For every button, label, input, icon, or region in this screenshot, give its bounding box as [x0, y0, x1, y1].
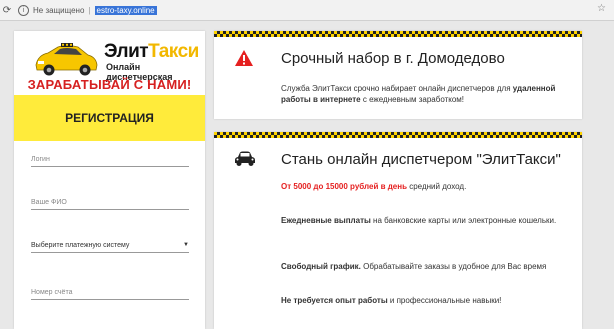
payment-system-select[interactable]: Выберите платежную систему ▼ — [31, 236, 189, 253]
urgent-text: Служба ЭлитТакси срочно набирает онлайн … — [281, 84, 556, 104]
info-icon[interactable]: i — [18, 4, 29, 16]
account-placeholder: Номер счёта — [31, 289, 73, 296]
slogan: ЗАРАБАТЫВАЙ С НАМИ! — [27, 77, 192, 92]
payouts-text: Ежедневные выплаты на банковские карты и… — [281, 216, 557, 225]
account-number-field[interactable]: Номер счёта — [31, 283, 189, 300]
taxi-car-icon — [35, 43, 98, 76]
checker-stripe — [214, 31, 582, 37]
registration-panel: ЭлитТакси Онлайн диспетчерская ЗАРАБАТЫВ… — [14, 31, 205, 329]
brand-part1: Элит — [104, 41, 149, 62]
browser-address-bar: ⟳ i Не защищено | estro-taxy.online ☆ — [0, 0, 614, 21]
url-text[interactable]: estro-taxy.online — [94, 5, 157, 15]
brand-name: ЭлитТакси — [104, 41, 199, 63]
checker-stripe — [214, 132, 582, 138]
login-placeholder: Логин — [31, 156, 50, 163]
fio-field[interactable]: Ваше ФИО — [31, 193, 189, 210]
brand-part2: Такси — [148, 41, 199, 62]
reload-icon[interactable]: ⟳ — [2, 5, 12, 16]
register-header[interactable]: РЕГИСТРАЦИЯ — [14, 95, 205, 141]
urgent-hiring-card: Срочный набор в г. Домодедово Служба Эли… — [214, 31, 582, 119]
fio-placeholder: Ваше ФИО — [31, 199, 67, 206]
warning-icon — [235, 50, 253, 66]
separator: | — [88, 5, 91, 15]
schedule-text: Свободный график. Обрабатывайте заказы в… — [281, 262, 547, 271]
car-icon — [235, 151, 255, 166]
payment-select-label: Выберите платежную систему — [31, 242, 130, 249]
security-label[interactable]: Не защищено — [33, 6, 84, 15]
chevron-down-icon[interactable]: ▼ — [183, 242, 189, 248]
income-text: От 5000 до 15000 рублей в день средний д… — [281, 182, 467, 191]
become-dispatcher-card: Стань онлайн диспетчером "ЭлитТакси" От … — [214, 132, 582, 329]
login-field[interactable]: Логин — [31, 150, 189, 167]
become-title: Стань онлайн диспетчером "ЭлитТакси" — [281, 151, 561, 168]
bookmark-star-icon[interactable]: ☆ — [597, 3, 606, 14]
experience-text: Не требуется опыт работы и профессиональ… — [281, 296, 502, 305]
urgent-title: Срочный набор в г. Домодедово — [281, 50, 505, 67]
